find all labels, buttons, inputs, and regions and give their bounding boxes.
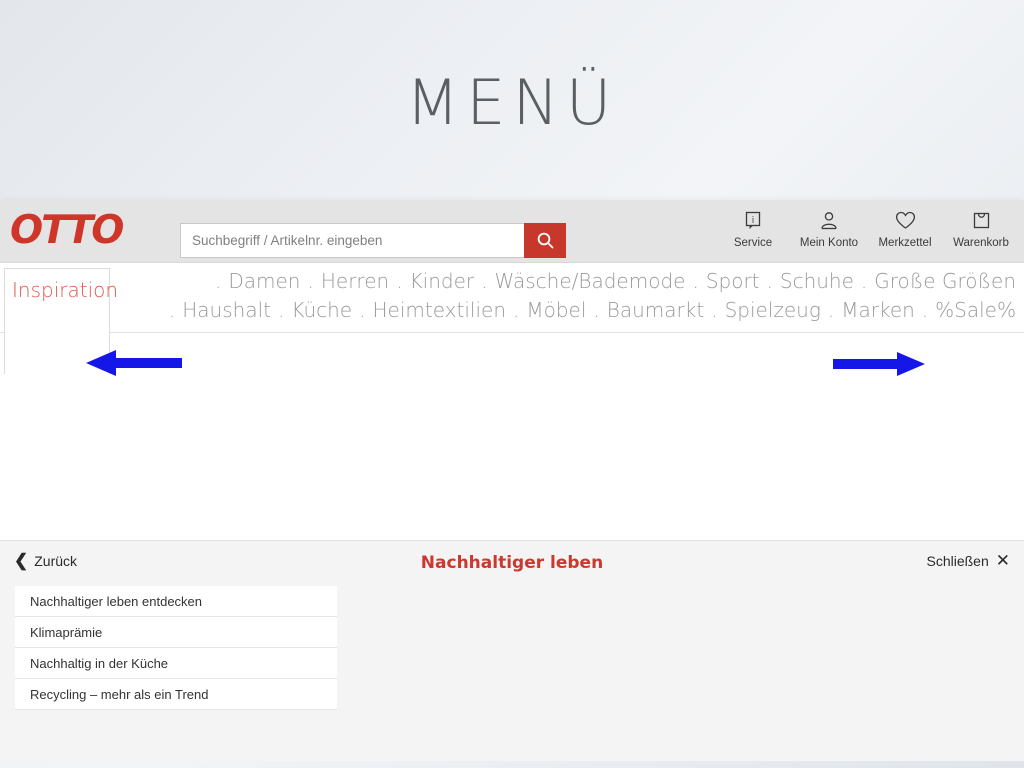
flyout-panel: ❮ Zurück Nachhaltiger leben Schließen ✕ … (0, 540, 1024, 761)
flyout-item-list: Nachhaltiger leben entdecken Klimaprämie… (15, 586, 337, 710)
list-item[interactable]: Recycling – mehr als ein Trend (15, 679, 337, 710)
nav-item-sport[interactable]: Sport (706, 269, 760, 293)
nav-separator: . (215, 269, 222, 293)
search-button[interactable] (524, 223, 566, 258)
nav-item-grosse-groessen[interactable]: Große Größen (874, 269, 1016, 293)
nav-separator: . (766, 269, 773, 293)
nav-item-kinder[interactable]: Kinder (410, 269, 475, 293)
close-button[interactable]: Schließen ✕ (926, 551, 1010, 570)
search-icon (536, 231, 555, 250)
nav-item-schuhe[interactable]: Schuhe (780, 269, 854, 293)
nav-separator: . (396, 269, 403, 293)
header-icon-label: Mein Konto (799, 237, 859, 249)
nav-item-herren[interactable]: Herren (321, 269, 389, 293)
nav-item-moebel[interactable]: Möbel (526, 298, 586, 322)
list-item[interactable]: Klimaprämie (15, 617, 337, 648)
nav-item-haushalt[interactable]: Haushalt (182, 298, 271, 322)
info-speech-bubble-icon: i (716, 207, 790, 233)
nav-item-baumarkt[interactable]: Baumarkt (607, 298, 704, 322)
header-icon-mein-konto[interactable]: Mein Konto (792, 207, 866, 251)
header-icon-group: i Service Mein Konto Merkzettel Warenkor… (716, 207, 1018, 251)
user-account-icon (792, 207, 866, 233)
svg-text:i: i (752, 214, 755, 224)
header-icon-warenkorb[interactable]: Warenkorb (944, 207, 1018, 251)
nav-separator: . (827, 298, 835, 322)
nav-separator: . (711, 298, 718, 322)
search-bar (180, 223, 566, 258)
nav-item-waesche-bademode[interactable]: Wäsche/Bademode (494, 269, 685, 293)
header-icon-service[interactable]: i Service (716, 207, 790, 251)
main-navigation: . Damen . Herren . Kinder . Wäsche/Badem… (0, 263, 1024, 333)
nav-separator: . (307, 269, 314, 293)
header-icon-label: Merkzettel (878, 237, 932, 249)
nav-item-marken[interactable]: Marken (841, 298, 915, 322)
flyout-title: Nachhaltiger leben (420, 553, 604, 573)
nav-separator: . (860, 269, 868, 293)
flyout-header: ❮ Zurück Nachhaltiger leben Schließen ✕ (0, 541, 1024, 585)
nav-item-damen[interactable]: Damen (228, 269, 300, 293)
nav-item-sale[interactable]: %Sale% (935, 298, 1016, 322)
nav-item-kueche[interactable]: Küche (291, 298, 352, 322)
nav-separator: . (593, 298, 600, 322)
header-icon-label: Service (733, 237, 773, 249)
header-icon-merkzettel[interactable]: Merkzettel (868, 207, 942, 251)
close-x-icon: ✕ (995, 551, 1010, 570)
shopping-bag-icon (944, 207, 1018, 233)
nav-separator: . (481, 269, 488, 293)
header-icon-label: Warenkorb (953, 237, 1009, 249)
nav-item-spielzeug[interactable]: Spielzeug (725, 298, 821, 322)
nav-row-primary: . Damen . Herren . Kinder . Wäsche/Badem… (0, 269, 1024, 298)
nav-separator: . (277, 298, 285, 322)
page-title: MENÜ (405, 66, 619, 139)
search-input[interactable] (180, 223, 524, 258)
nav-separator: . (513, 298, 520, 322)
nav-tab-inspiration-label: Inspiration (12, 278, 119, 302)
heart-icon (868, 207, 942, 233)
annotation-arrow-left (86, 348, 182, 378)
nav-separator: . (921, 298, 929, 322)
list-item[interactable]: Nachhaltiger leben entdecken (15, 586, 337, 617)
nav-item-heimtextilien[interactable]: Heimtextilien (372, 298, 506, 322)
annotation-arrow-right (833, 350, 925, 378)
close-button-label: Schließen (926, 553, 989, 569)
otto-logo[interactable]: OTTO (10, 211, 124, 251)
nav-row-secondary: . Haushalt . Küche . Heimtextilien . Möb… (0, 298, 1024, 327)
nav-separator: . (359, 298, 366, 322)
list-item[interactable]: Nachhaltig in der Küche (15, 648, 337, 679)
nav-separator: . (168, 298, 176, 322)
nav-separator: . (692, 269, 699, 293)
